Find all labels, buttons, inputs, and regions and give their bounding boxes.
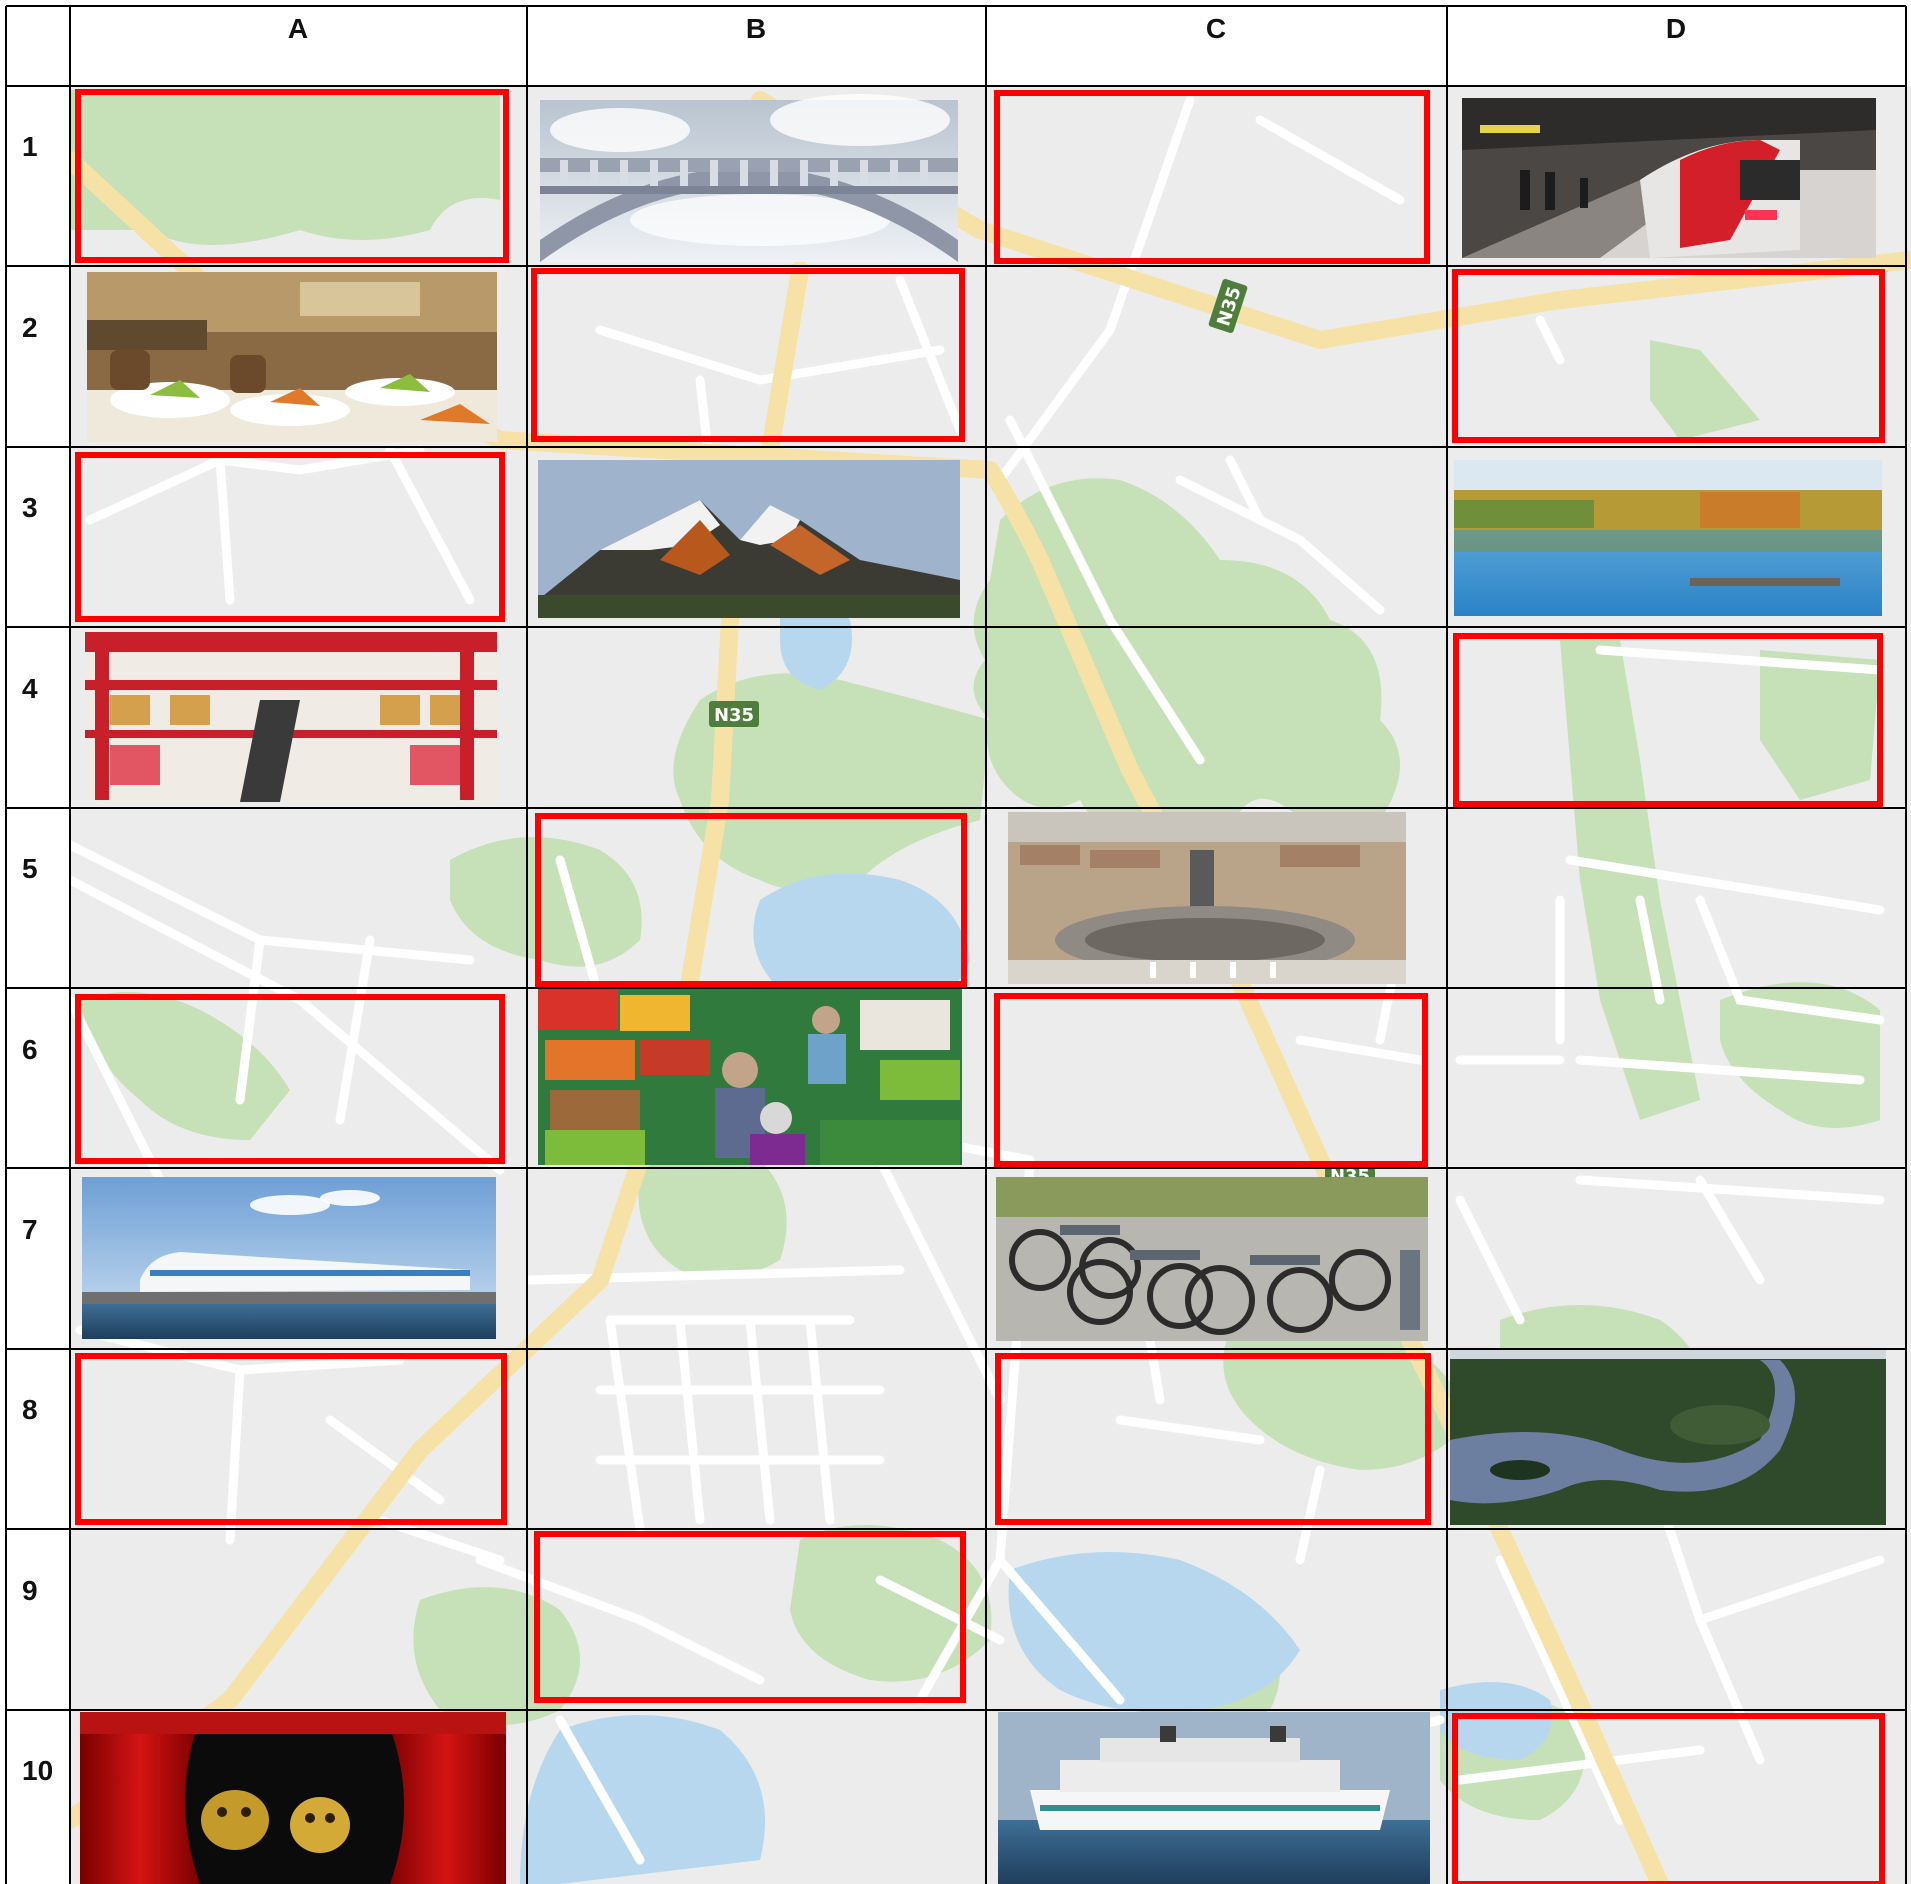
photo-metro-train	[1462, 98, 1876, 258]
highlight-box-c8	[995, 1353, 1431, 1525]
row-header-7: 7	[22, 1214, 38, 1245]
highlight-box-a3	[75, 452, 505, 622]
highlight-box-b2	[531, 268, 965, 442]
photo-shopping-mall	[85, 632, 497, 802]
highlight-box-d10	[1452, 1713, 1885, 1884]
photo-st-peters-square	[1008, 812, 1406, 984]
highlight-box-b9	[534, 1531, 966, 1703]
photo-river-rainforest	[1450, 1349, 1886, 1525]
photo-market	[538, 988, 962, 1165]
row-header-2: 2	[22, 312, 38, 343]
highlight-box-c6	[994, 993, 1428, 1167]
highlight-box-c1	[994, 90, 1430, 264]
photo-maglev-train	[82, 1177, 496, 1339]
photo-bridge	[540, 94, 958, 262]
column-header-a: A	[288, 13, 308, 44]
photo-restaurant	[87, 272, 497, 442]
photo-mountains	[538, 460, 960, 618]
row-header-4: 4	[22, 673, 38, 704]
photo-bike-sharing	[996, 1177, 1428, 1341]
row-header-6: 6	[22, 1034, 38, 1065]
row-header-5: 5	[22, 853, 38, 884]
column-header-d: D	[1666, 13, 1686, 44]
photo-theatre	[80, 1712, 506, 1884]
highlight-box-d4	[1453, 633, 1883, 807]
highlight-box-a8	[75, 1353, 507, 1525]
row-header-3: 3	[22, 492, 38, 523]
photo-ferry	[998, 1712, 1430, 1884]
highlight-box-d2	[1452, 269, 1885, 443]
map-grid: A B C D 1 2 3 4 5 6 7 8 9 10	[0, 0, 1911, 1884]
column-header-c: C	[1206, 13, 1226, 44]
row-header-10: 10	[22, 1755, 53, 1786]
highlight-box-b5	[535, 813, 967, 987]
row-header-8: 8	[22, 1394, 38, 1425]
header-row-background	[0, 0, 1911, 86]
row-header-9: 9	[22, 1575, 38, 1606]
photo-lake	[1454, 460, 1882, 616]
highlight-box-a1	[75, 89, 509, 263]
highlight-box-a6	[75, 994, 505, 1164]
column-header-b: B	[746, 13, 766, 44]
row-header-1: 1	[22, 131, 38, 162]
row-header-column-background	[0, 86, 70, 1884]
